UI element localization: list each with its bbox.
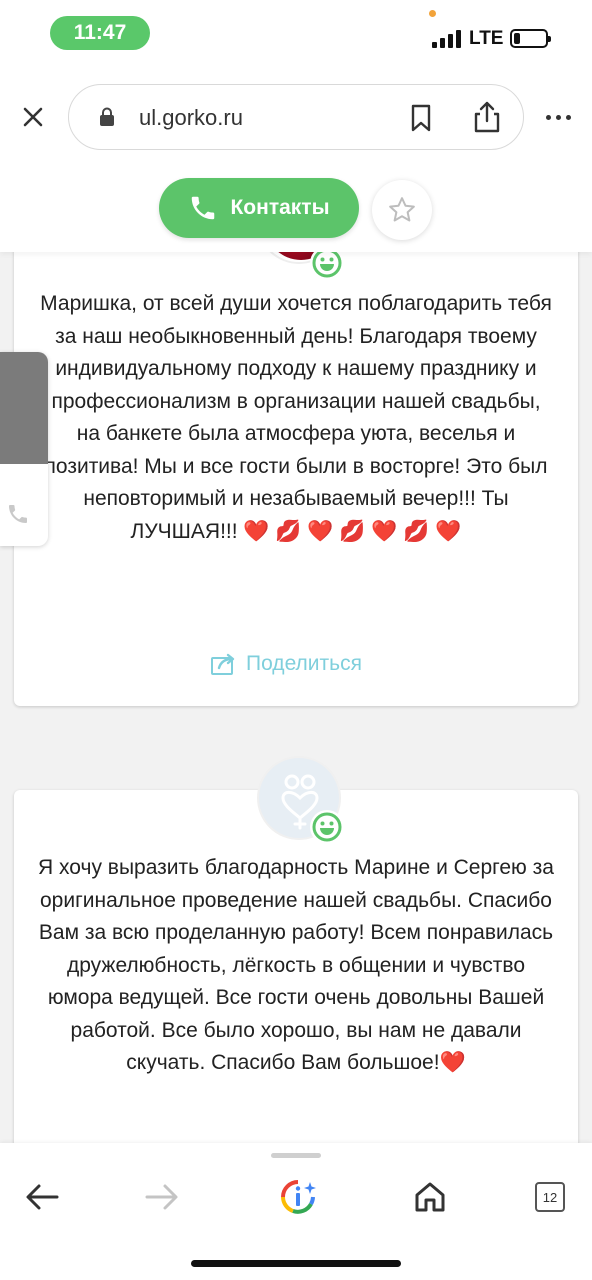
review-emojis: ❤️ — [439, 1051, 466, 1074]
browser-top-chrome: 11:47 LTE ul.gorko.ru Контакты — [0, 0, 592, 252]
side-tab-handle — [0, 352, 48, 464]
review-text: Маришка, от всей души хочется поблагодар… — [40, 292, 552, 543]
home-button[interactable] — [410, 1177, 450, 1217]
forward-arrow-icon — [145, 1184, 178, 1210]
favorite-button[interactable] — [372, 180, 432, 240]
contacts-label: Контакты — [230, 196, 330, 219]
back-button[interactable] — [22, 1177, 62, 1217]
back-arrow-icon — [26, 1184, 59, 1210]
url-text: ul.gorko.ru — [139, 105, 243, 130]
phone-icon — [192, 196, 215, 220]
review-card: Я хочу выразить благодарность Марине и С… — [14, 756, 578, 1190]
address-bar[interactable]: ul.gorko.ru — [68, 84, 524, 150]
contacts-button[interactable]: Контакты — [159, 178, 359, 238]
home-indicator — [191, 1260, 401, 1267]
tabs-button[interactable]: 12 — [530, 1177, 570, 1217]
phone-icon — [9, 505, 27, 523]
google-lens-icon — [281, 1180, 316, 1214]
share-icon — [211, 653, 235, 675]
privacy-indicator-dot — [429, 10, 436, 17]
signal-icon — [432, 30, 464, 48]
review-emojis: ❤️ 💋 ❤️ 💋 ❤️ 💋 ❤️ — [243, 519, 462, 543]
share-button[interactable] — [469, 99, 505, 135]
share-review-link[interactable]: Поделиться — [210, 648, 362, 680]
share-label: Поделиться — [246, 652, 362, 675]
browser-bottom-toolbar: 12 — [0, 1143, 592, 1280]
share-icon — [474, 101, 500, 133]
close-button[interactable] — [16, 100, 50, 134]
bookmark-icon — [411, 104, 431, 132]
more-button[interactable] — [540, 103, 576, 131]
tabs-icon: 12 — [535, 1182, 565, 1212]
network-type: LTE — [469, 28, 504, 49]
forward-button[interactable] — [142, 1177, 182, 1217]
battery-icon — [510, 29, 551, 48]
lock-icon — [100, 107, 114, 126]
side-contact-tab[interactable] — [0, 352, 48, 546]
home-icon — [415, 1182, 445, 1212]
toolbar-grab-handle[interactable] — [271, 1153, 321, 1158]
smiley-icon — [310, 810, 344, 844]
review-text: Я хочу выразить благодарность Марине и С… — [38, 856, 554, 1074]
review-card: Маришка, от всей души хочется поблагодар… — [14, 180, 578, 706]
status-time: 11:47 — [50, 16, 150, 50]
bookmark-button[interactable] — [405, 102, 437, 134]
star-icon — [389, 197, 415, 222]
close-icon — [23, 107, 43, 127]
google-lens-button[interactable] — [278, 1177, 318, 1217]
more-icon — [545, 114, 551, 120]
